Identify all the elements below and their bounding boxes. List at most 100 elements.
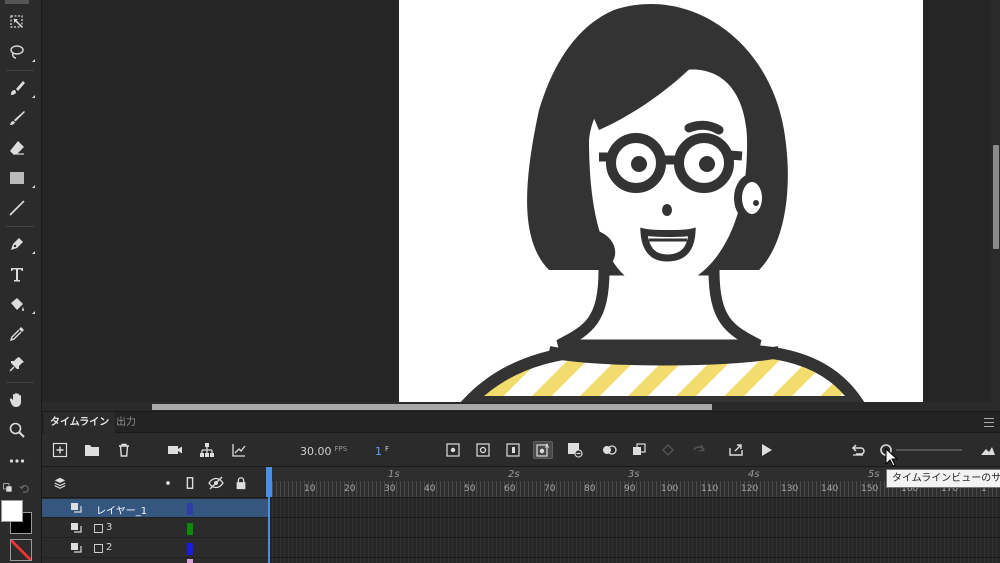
second-marker: 3s	[628, 469, 640, 480]
stage-canvas[interactable]	[399, 0, 923, 402]
layer-icon	[71, 503, 82, 513]
frame-number: 80	[584, 484, 596, 494]
current-frame-display[interactable]: 1F	[375, 445, 389, 458]
lock-layers-icon[interactable]	[233, 475, 249, 491]
free-transform-icon[interactable]	[3, 10, 31, 34]
new-folder-icon[interactable]	[82, 441, 102, 459]
layer-row-partial[interactable]	[42, 559, 268, 563]
frame-number: 50	[464, 484, 476, 494]
fps-value[interactable]: 30.00	[300, 445, 332, 458]
layer-row[interactable]: レイヤー_1	[42, 499, 268, 518]
frame-row-divider	[268, 517, 1000, 518]
text-icon[interactable]	[3, 262, 31, 286]
brush-icon[interactable]	[3, 106, 31, 130]
hand-icon[interactable]	[3, 388, 31, 412]
eyedropper-icon[interactable]	[3, 322, 31, 346]
frame-number: 30	[384, 484, 396, 494]
play-icon[interactable]	[756, 441, 776, 459]
layer-icon	[71, 523, 82, 533]
svg-text:A: A	[545, 443, 550, 450]
layer-color-swatch[interactable]	[187, 503, 193, 515]
layer-icon	[71, 543, 82, 553]
vertical-scrollbar[interactable]	[991, 0, 1000, 402]
frame-number: 130	[781, 484, 799, 494]
layer-name[interactable]: 2	[106, 542, 112, 553]
tool-separator	[6, 70, 34, 71]
panel-menu-icon[interactable]	[984, 418, 994, 427]
mouse-cursor-icon	[885, 448, 899, 467]
layer-row[interactable]: 2	[42, 539, 268, 558]
undo-icon[interactable]	[848, 441, 868, 459]
second-marker: 1s	[388, 469, 400, 480]
zoom-icon[interactable]	[3, 418, 31, 442]
layer-name[interactable]: 3	[106, 522, 112, 533]
timeline-zoom-slider[interactable]	[896, 449, 962, 451]
current-frame-value[interactable]: 1	[375, 445, 382, 458]
stroke-color-swatch[interactable]	[1, 500, 23, 522]
vertical-scroll-thumb[interactable]	[993, 145, 999, 249]
reset-colors-icon[interactable]	[16, 477, 34, 501]
layer-color-swatch[interactable]	[187, 523, 193, 535]
tool-separator	[6, 382, 34, 383]
layer-color-swatch[interactable]	[187, 559, 193, 563]
frame-grid[interactable]	[268, 498, 1000, 563]
frame-number: 120	[741, 484, 759, 494]
playhead[interactable]	[268, 467, 270, 563]
line-icon[interactable]	[3, 196, 31, 220]
frame-number: 70	[544, 484, 556, 494]
camera-icon[interactable]	[165, 441, 185, 459]
timeline-toolbar: 30.00 FPS 1F A	[42, 433, 1000, 467]
center-frame-icon[interactable]	[443, 441, 463, 459]
new-layer-icon[interactable]	[50, 441, 70, 459]
pen-icon[interactable]	[3, 232, 35, 256]
tab-output[interactable]: 出力	[110, 412, 142, 433]
frame-number: 40	[424, 484, 436, 494]
pasteboard	[42, 0, 1000, 402]
fps-display[interactable]: 30.00 FPS	[300, 445, 347, 458]
insert-keyframe-icon[interactable]: A	[533, 441, 553, 459]
frame-number: 150	[861, 484, 879, 494]
layer-header	[42, 467, 268, 498]
edit-multiple-frames-icon[interactable]	[503, 441, 523, 459]
highlight-layers-icon[interactable]	[160, 475, 176, 491]
layer-parenting-icon[interactable]	[197, 441, 217, 459]
frame-number: 60	[504, 484, 516, 494]
frame-number: 20	[344, 484, 356, 494]
layer-outline-box[interactable]	[94, 544, 103, 553]
zoom-max-icon[interactable]	[978, 441, 998, 459]
pasteboard-right	[923, 0, 991, 402]
clear-keyframe-icon[interactable]	[565, 441, 585, 459]
frame-unit: F	[385, 445, 390, 453]
tool-separator	[6, 226, 34, 227]
delete-icon[interactable]	[114, 441, 134, 459]
no-color-swatch[interactable]	[10, 539, 32, 561]
motion-tween-icon[interactable]	[629, 441, 649, 459]
onion-skin-icon[interactable]	[473, 441, 493, 459]
paint-bucket-icon[interactable]	[3, 292, 35, 316]
layer-name[interactable]: レイヤー_1	[96, 502, 147, 517]
tween-icon[interactable]	[599, 441, 619, 459]
graph-editor-icon[interactable]	[229, 441, 249, 459]
layer-row[interactable]: 3	[42, 519, 268, 538]
rectangle-icon[interactable]	[3, 166, 35, 190]
horizontal-scrollbar[interactable]	[42, 402, 1000, 411]
horizontal-scroll-thumb[interactable]	[152, 404, 712, 410]
layer-color-swatch[interactable]	[187, 543, 193, 555]
hide-layers-icon[interactable]	[208, 475, 224, 491]
classic-tween-disabled-icon	[689, 441, 709, 459]
second-marker: 4s	[748, 469, 760, 480]
pin-icon[interactable]	[3, 352, 31, 376]
loop-playback-icon[interactable]	[726, 441, 746, 459]
lasso-icon[interactable]	[3, 40, 35, 64]
tool-top-edge	[3, 0, 31, 6]
paint-brush-icon[interactable]	[3, 76, 35, 100]
more-icon[interactable]	[3, 449, 31, 473]
outline-layers-icon[interactable]	[182, 475, 198, 491]
layers-stack-icon[interactable]	[52, 475, 68, 491]
tab-timeline[interactable]: タイムライン	[44, 412, 116, 433]
layer-outline-box[interactable]	[94, 524, 103, 533]
frame-row-divider	[268, 537, 1000, 538]
second-marker: 5s	[868, 469, 880, 480]
eraser-icon[interactable]	[3, 136, 31, 160]
tooltip: タイムラインビューのサイズ	[886, 469, 1000, 488]
